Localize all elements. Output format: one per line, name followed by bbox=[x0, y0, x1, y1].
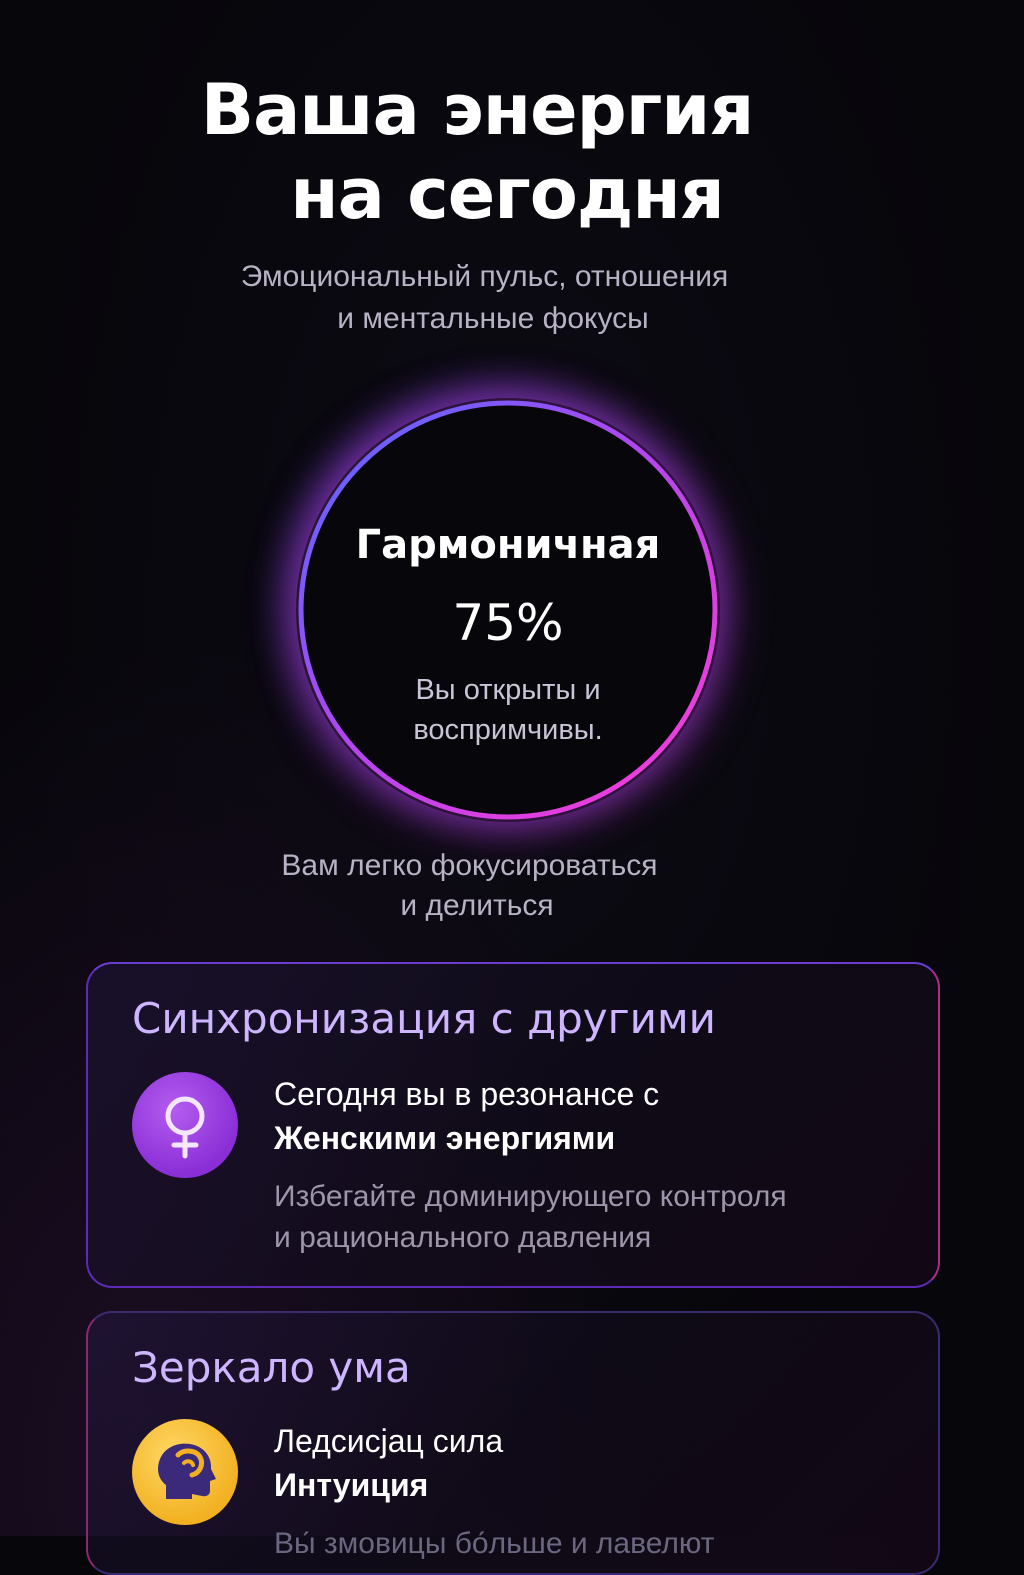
female-symbol-icon bbox=[132, 1072, 238, 1178]
page-subtitle: Эмоциональный пульс, отношения и менталь… bbox=[0, 256, 1024, 340]
sync-card-line2: Женскими энергиями bbox=[274, 1120, 616, 1156]
page-subtitle-line1: Эмоциональный пульс, отношения bbox=[240, 260, 729, 293]
focus-text-line2: и делиться bbox=[400, 889, 554, 922]
mind-mirror-card-line2: Интуиция bbox=[274, 1467, 429, 1503]
energy-state-label: Гармоничная bbox=[355, 522, 661, 568]
sync-card-note-line1: Избегайте доминирующего контроля bbox=[274, 1180, 787, 1213]
energy-description: Вы открыты и воспримчивы. bbox=[296, 670, 720, 750]
focus-text: Вам легко фокусироваться и делиться bbox=[0, 846, 1024, 926]
page-subtitle-line2: и ментальные фокусы bbox=[337, 302, 649, 335]
energy-percent: 75% bbox=[452, 594, 564, 652]
mind-mirror-card-line1: Ледсисјац сила bbox=[274, 1423, 504, 1459]
energy-description-line1: Вы открыты и bbox=[415, 674, 601, 706]
focus-text-line1: Вам легко фокусироваться bbox=[281, 849, 658, 882]
mind-mirror-card-title: Зеркало ума bbox=[132, 1343, 411, 1392]
page-title: Ваша энергия на сегодня bbox=[0, 68, 1024, 236]
sync-card-note-line2: и рационального давления bbox=[274, 1221, 652, 1254]
sync-card-title: Синхронизация с другими bbox=[132, 994, 716, 1043]
sync-card-line1: Сегодня вы в резонансе с bbox=[274, 1076, 660, 1112]
energy-description-line2: воспримчивы. bbox=[413, 714, 603, 746]
mind-mirror-card[interactable]: Зеркало ума Ледсисјац сила Интуиция Вы́ … bbox=[86, 1311, 940, 1575]
mind-mirror-card-note: Вы́ змовицы бо́льше и лавелют bbox=[274, 1523, 715, 1564]
page-title-line2: на сегодня bbox=[290, 153, 724, 235]
page-title-line1: Ваша энергия bbox=[200, 69, 755, 151]
sync-card-note: Избегайте доминирующего контроля и рацио… bbox=[274, 1176, 787, 1258]
head-profile-icon bbox=[132, 1419, 238, 1525]
energy-ring[interactable]: Гармоничная 75% Вы открыты и воспримчивы… bbox=[296, 398, 720, 822]
sync-card[interactable]: Синхронизация с другими Сегодня вы в рез… bbox=[86, 962, 940, 1288]
mind-mirror-card-note-line1: Вы́ змовицы бо́льше и лавелют bbox=[274, 1527, 715, 1560]
